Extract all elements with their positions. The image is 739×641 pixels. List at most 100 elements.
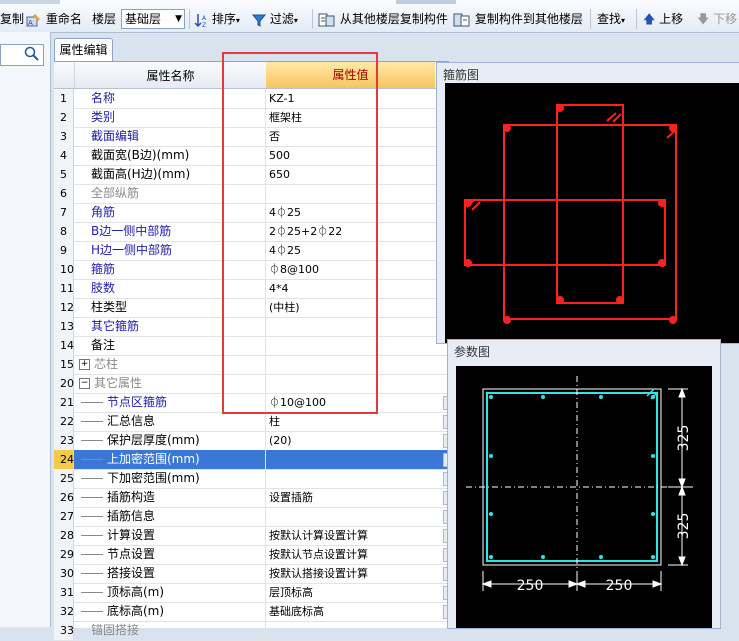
property-name: 截面宽(B边)(mm)	[75, 146, 266, 165]
separator	[189, 9, 190, 29]
hook-top	[606, 112, 622, 123]
sort-button[interactable]: AZ 排序▾	[194, 10, 240, 28]
stirrup-panel: 箍筋图	[436, 62, 739, 344]
property-value[interactable]	[267, 450, 449, 469]
table-row[interactable]: 27 插筋信息	[54, 507, 452, 527]
property-name-text: 节点区箍筋	[107, 395, 168, 409]
row-number: 12	[54, 298, 74, 317]
property-value[interactable]	[267, 355, 449, 374]
property-value[interactable]: 按默认搭接设置计算	[267, 564, 449, 583]
row-number: 8	[54, 222, 74, 241]
separator	[590, 9, 591, 29]
table-row[interactable]: 7 角筋 4⏀25	[54, 203, 449, 223]
property-value[interactable]: 层顶标高	[267, 583, 449, 602]
table-row[interactable]: 12 柱类型 (中柱)	[54, 298, 449, 318]
table-row[interactable]: 31 顶标高(m) 层顶标高	[54, 583, 452, 603]
table-row[interactable]: 10 箍筋 ⏀8@100	[54, 260, 449, 280]
table-row[interactable]: 20− 其它属性	[54, 374, 449, 394]
header-value[interactable]: 属性值	[266, 62, 435, 88]
table-row[interactable]: 11 肢数 4*4	[54, 279, 449, 299]
table-row[interactable]: 9 H边一侧中部筋 4⏀25	[54, 241, 449, 261]
chevron-down-icon: ▾	[235, 16, 240, 25]
property-grid: 属性名称 属性值 1 名称 KZ-1 2 类别 框架柱 3 截面编辑 否 4 截面宽(B边)(mm)…	[54, 61, 452, 641]
property-value[interactable]: 框架柱	[267, 108, 449, 127]
property-value[interactable]: 4⏀25	[267, 203, 449, 222]
table-row[interactable]: 2 类别 框架柱	[54, 108, 449, 128]
property-value[interactable]: (中柱)	[267, 298, 449, 317]
property-name-text: 其它箍筋	[91, 319, 140, 333]
property-value[interactable]: 按默认计算设置计算	[267, 526, 449, 545]
tab-property-edit[interactable]: 属性编辑	[54, 38, 113, 61]
table-row[interactable]: 23 保护层厚度(mm) (20)	[54, 431, 452, 451]
table-row[interactable]: 13 其它箍筋	[54, 317, 449, 337]
property-value[interactable]	[267, 621, 449, 640]
table-row[interactable]: 21 节点区箍筋 ⏀10@100	[54, 393, 452, 413]
property-value[interactable]: 650	[267, 165, 449, 184]
tree-connector	[81, 478, 103, 479]
move-down-button[interactable]: 🡇 下移	[697, 10, 737, 28]
table-row[interactable]: 25 下加密范围(mm)	[54, 469, 452, 489]
property-value[interactable]	[267, 374, 449, 393]
rename-button[interactable]: A 重命名	[26, 10, 82, 28]
property-value[interactable]: 4*4	[267, 279, 449, 298]
property-value[interactable]: 2⏀25+2⏀22	[267, 222, 449, 241]
copy-to-floor-button[interactable]: 复制构件到其他楼层	[453, 10, 583, 28]
table-row[interactable]: 29 节点设置 按默认节点设置计算	[54, 545, 452, 565]
property-value[interactable]: KZ-1	[267, 89, 449, 108]
row-number: 25	[54, 469, 74, 488]
row-number: 10	[54, 260, 74, 279]
find-button[interactable]: 查找▾	[597, 10, 625, 28]
property-name: 其它箍筋	[75, 317, 266, 336]
table-row[interactable]: 8 B边一侧中部筋 2⏀25+2⏀22	[54, 222, 449, 242]
svg-text:A: A	[28, 19, 33, 27]
row-number: 33	[54, 621, 74, 640]
property-value[interactable]	[267, 469, 449, 488]
table-row[interactable]: 26 插筋构造 设置插筋	[54, 488, 452, 508]
arrow-down-icon: 🡇	[697, 12, 710, 26]
move-up-button[interactable]: 🡅 上移	[643, 10, 683, 28]
rebar-dot	[658, 259, 666, 267]
table-row[interactable]: 14 备注	[54, 336, 449, 356]
table-row[interactable]: 1 名称 KZ-1	[54, 89, 449, 109]
table-row[interactable]: 28 计算设置 按默认计算设置计算	[54, 526, 452, 546]
row-number: 6	[54, 184, 74, 203]
property-value[interactable]: 按默认节点设置计算	[267, 545, 449, 564]
property-value[interactable]	[267, 184, 449, 203]
property-name-text: 截面宽(B边)(mm)	[91, 148, 190, 162]
table-row[interactable]: 4 截面宽(B边)(mm) 500	[54, 146, 449, 166]
property-name-text: 名称	[91, 91, 116, 105]
property-value[interactable]	[267, 317, 449, 336]
table-row[interactable]: 15 + 芯柱	[54, 355, 449, 375]
property-value[interactable]	[267, 507, 449, 526]
copy-button[interactable]: 复制	[0, 10, 24, 28]
collapse-icon[interactable]: −	[79, 378, 90, 389]
property-name-text: 搭接设置	[107, 566, 156, 580]
table-row[interactable]: 24 上加密范围(mm)	[54, 450, 452, 470]
property-value[interactable]: ⏀10@100	[267, 393, 449, 412]
property-value[interactable]: 设置插筋	[267, 488, 449, 507]
property-value[interactable]	[267, 336, 449, 355]
filter-button[interactable]: 过滤▾	[252, 10, 298, 28]
table-row[interactable]: 6 全部纵筋	[54, 184, 449, 204]
copy-from-floor-button[interactable]: 从其他楼层复制构件	[318, 10, 448, 28]
table-row[interactable]: 22 汇总信息 柱	[54, 412, 452, 432]
property-value[interactable]: ⏀8@100	[267, 260, 449, 279]
search-icon[interactable]	[24, 46, 40, 65]
tree-connector	[81, 573, 103, 574]
tree-connector	[81, 554, 103, 555]
property-value[interactable]: (20)	[267, 431, 449, 450]
table-row[interactable]: 3 截面编辑 否	[54, 127, 449, 147]
table-row[interactable]: 33 锚固搭接	[54, 621, 449, 641]
property-value[interactable]: 基础底标高	[267, 602, 449, 621]
property-value[interactable]: 柱	[267, 412, 449, 431]
property-value[interactable]: 4⏀25	[267, 241, 449, 260]
row-number: 14	[54, 336, 74, 355]
table-row[interactable]: 32 底标高(m) 基础底标高	[54, 602, 452, 622]
header-name[interactable]: 属性名称	[75, 66, 266, 86]
table-row[interactable]: 5 截面高(H边)(mm) 650	[54, 165, 449, 185]
property-value[interactable]: 500	[267, 146, 449, 165]
table-row[interactable]: 30 搭接设置 按默认搭接设置计算	[54, 564, 452, 584]
floor-select[interactable]: 基础层 ▼	[121, 9, 185, 29]
expand-icon[interactable]: +	[79, 359, 90, 370]
property-value[interactable]: 否	[267, 127, 449, 146]
